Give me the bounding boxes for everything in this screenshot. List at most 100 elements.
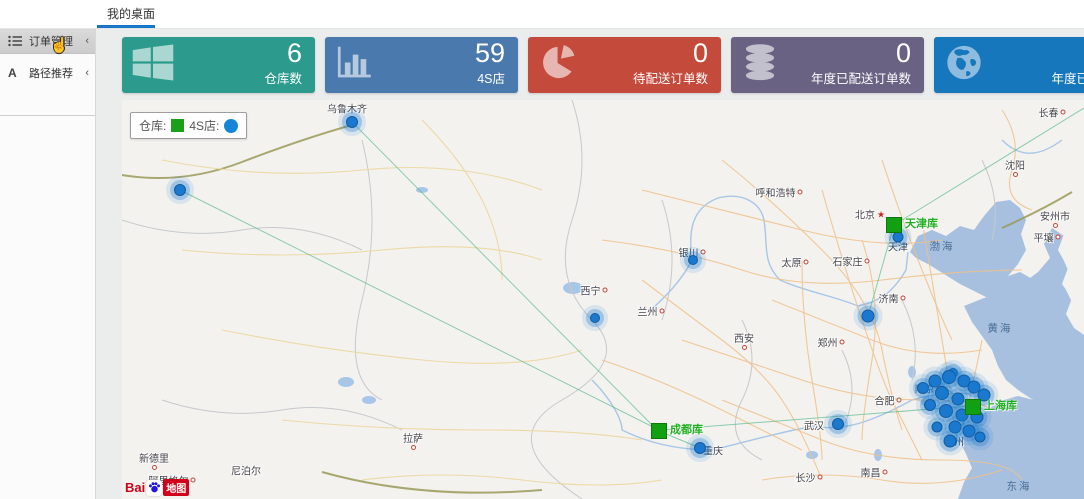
stat-card-annual-clipped[interactable]: 年度已配送 (934, 37, 1084, 93)
city-name: 拉萨 (403, 430, 423, 445)
store-marker[interactable] (952, 393, 965, 406)
city-label: 平壤 (1034, 230, 1061, 245)
store-marker[interactable] (893, 232, 904, 243)
city-label: 北京★ (855, 207, 885, 222)
baidu-maps-logo[interactable]: Bai 地图 (125, 479, 189, 496)
city-label: 拉萨 (403, 430, 423, 450)
city-dot-icon (603, 288, 608, 293)
store-marker[interactable] (935, 386, 949, 400)
city-name: 西安 (734, 330, 754, 345)
store-marker[interactable] (346, 116, 358, 128)
city-label: 长春 (1039, 105, 1066, 120)
store-marker[interactable] (688, 255, 698, 265)
stat-label: 仓库数 (264, 68, 302, 87)
city-name: 郑州 (818, 335, 838, 350)
store-marker[interactable] (939, 404, 953, 418)
city-name: 武汉 (804, 418, 824, 433)
city-name: 尼泊尔 (231, 463, 261, 478)
city-dot-icon (1013, 172, 1018, 177)
sea-label: 黄海 (988, 321, 1013, 336)
store-marker[interactable] (917, 382, 929, 394)
store-marker[interactable] (924, 399, 936, 411)
city-dot-icon (865, 259, 870, 264)
stat-card-4s-stores[interactable]: 59 4S店 (325, 37, 518, 93)
store-marker[interactable] (949, 421, 962, 434)
city-label: 太原 (782, 255, 809, 270)
store-marker[interactable] (942, 370, 956, 384)
city-name: 呼和浩特 (756, 185, 796, 200)
city-label: 沈阳 (1005, 157, 1025, 177)
sea-label: 东海 (1007, 479, 1032, 494)
city-name: 乌鲁木齐 (327, 101, 367, 116)
store-marker[interactable] (932, 422, 943, 433)
stat-card-warehouses[interactable]: 6 仓库数 (122, 37, 315, 93)
city-label: 济南 (879, 291, 906, 306)
city-label: 重庆 (703, 443, 723, 458)
map[interactable]: 仓库: 4S店: 天津库成都库上海库乌鲁木齐呼和浩特长春沈阳北京★天津石家庄太原… (122, 100, 1084, 499)
city-dot-icon (152, 465, 157, 470)
list-icon (8, 35, 24, 47)
stat-card-annual-delivered[interactable]: 0 年度已配送订单数 (731, 37, 924, 93)
pie-chart-icon (538, 44, 576, 87)
city-dot-icon (798, 190, 803, 195)
city-name: 重庆 (703, 443, 723, 458)
city-name: 南昌 (861, 465, 881, 480)
store-marker[interactable] (590, 313, 600, 323)
city-name: 石家庄 (833, 254, 863, 269)
warehouse-marker[interactable] (886, 217, 902, 233)
store-marker[interactable] (944, 435, 957, 448)
sidebar-divider (0, 115, 95, 116)
bar-chart-icon (335, 45, 375, 86)
city-dot-icon (897, 398, 902, 403)
sidebar-item-route-recommend[interactable]: A 路径推荐 ‹ (0, 60, 95, 85)
city-label: 安州市 (1040, 208, 1070, 228)
stat-value: 0 (896, 38, 911, 68)
stat-card-row: 6 仓库数 59 4S店 0 待配送订单数 0 (122, 37, 1084, 93)
tab-my-desktop[interactable]: 我的桌面 (97, 0, 165, 26)
warehouse-label: 天津库 (905, 215, 938, 231)
city-dot-icon (840, 340, 845, 345)
city-label: 兰州 (638, 304, 665, 319)
city-dot-icon (883, 470, 888, 475)
city-dot-icon (818, 475, 823, 480)
store-marker[interactable] (862, 310, 875, 323)
city-label: 西宁 (581, 283, 608, 298)
stat-label: 年度已配送订单数 (811, 68, 911, 87)
city-label: 乌鲁木齐 (327, 101, 367, 116)
sidebar-item-label: 路径推荐 (29, 65, 85, 81)
warehouse-label: 上海库 (984, 397, 1017, 413)
sea-label: 渤海 (930, 239, 955, 254)
tab-active-underline (97, 25, 155, 28)
store-swatch (224, 119, 238, 133)
city-dot-icon (804, 260, 809, 265)
city-dot-icon (1056, 235, 1061, 240)
city-dot-icon (191, 478, 196, 483)
store-marker[interactable] (832, 418, 844, 430)
store-marker[interactable] (694, 442, 706, 454)
city-name: 沈阳 (1005, 157, 1025, 172)
stat-label: 年度已配送 (1051, 68, 1084, 87)
city-name: 长沙 (796, 470, 816, 485)
city-name: 平壤 (1034, 230, 1054, 245)
stat-value: 59 (475, 38, 505, 68)
city-name: 新德里 (139, 450, 169, 465)
city-label: 西安 (734, 330, 754, 350)
city-name: 长春 (1039, 105, 1059, 120)
stat-label: 待配送订单数 (633, 68, 708, 87)
city-label: 尼泊尔 (231, 463, 261, 478)
warehouse-marker[interactable] (965, 399, 981, 415)
sidebar-item-order-management[interactable]: 订单管理 ‹ ☝ (0, 28, 95, 54)
city-name: 安州市 (1040, 208, 1070, 223)
city-name: 济南 (879, 291, 899, 306)
city-label: 南昌 (861, 465, 888, 480)
store-marker[interactable] (975, 432, 986, 443)
warehouse-marker[interactable] (651, 423, 667, 439)
stat-value: 6 (287, 38, 302, 68)
city-dot-icon (1053, 223, 1058, 228)
stat-card-pending-orders[interactable]: 0 待配送订单数 (528, 37, 721, 93)
windows-icon (132, 45, 174, 86)
chevron-left-icon: ‹ (85, 67, 89, 79)
warehouse-label: 成都库 (670, 421, 703, 437)
store-marker[interactable] (174, 184, 186, 196)
stat-label: 4S店 (477, 68, 505, 87)
